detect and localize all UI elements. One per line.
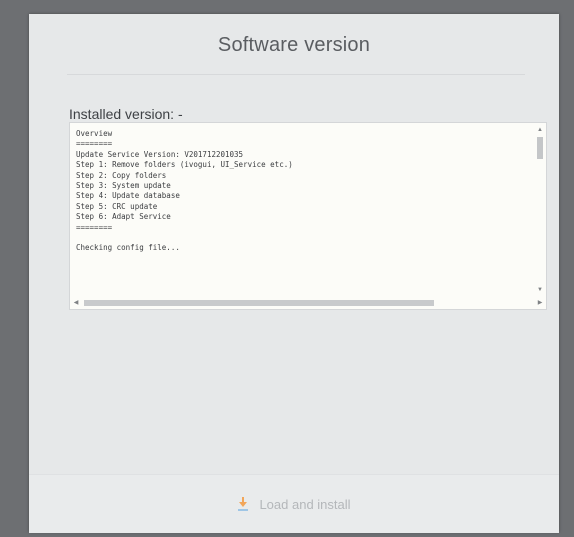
software-version-dialog: Software version Installed version: - Ov… bbox=[29, 14, 559, 533]
update-log-text: Overview ======== Update Service Version… bbox=[76, 129, 293, 253]
load-and-install-label: Load and install bbox=[259, 496, 351, 512]
title-divider bbox=[67, 74, 525, 75]
scroll-up-arrow-icon[interactable]: ▲ bbox=[534, 125, 546, 135]
installed-version-label: Installed version: - bbox=[69, 106, 183, 122]
load-and-install-button[interactable]: Load and install bbox=[29, 475, 559, 533]
vertical-scroll-thumb[interactable] bbox=[537, 137, 543, 159]
log-horizontal-scrollbar[interactable]: ◀ ▶ bbox=[70, 297, 546, 309]
scroll-down-arrow-icon[interactable]: ▼ bbox=[534, 285, 546, 295]
download-icon bbox=[237, 497, 249, 511]
update-log-textarea[interactable]: Overview ======== Update Service Version… bbox=[69, 122, 547, 310]
scroll-left-arrow-icon[interactable]: ◀ bbox=[70, 297, 82, 309]
log-vertical-scrollbar[interactable]: ▲ ▼ bbox=[534, 123, 546, 295]
dialog-footer: Load and install bbox=[29, 474, 559, 533]
scroll-right-arrow-icon[interactable]: ▶ bbox=[534, 297, 546, 309]
dialog-title: Software version bbox=[217, 34, 371, 56]
horizontal-scroll-thumb[interactable] bbox=[84, 300, 434, 306]
